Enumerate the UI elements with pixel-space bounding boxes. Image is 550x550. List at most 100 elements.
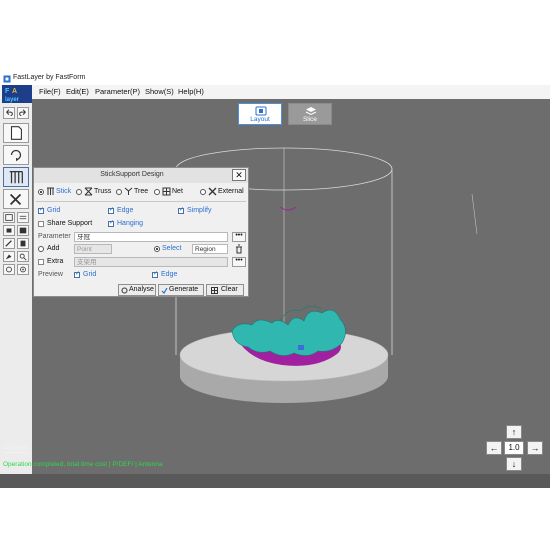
radio-tree[interactable] (116, 189, 122, 195)
check-icon (161, 287, 168, 294)
status-bar (0, 474, 550, 488)
dialog-close-button[interactable]: ✕ (232, 169, 246, 181)
check-simplify-label: Simplify (187, 207, 212, 214)
search-icon (19, 253, 27, 261)
layers-icon (19, 215, 27, 220)
check-simplify[interactable] (178, 206, 184, 214)
analyse-button[interactable]: Analyse (118, 284, 156, 296)
edit-icon (5, 240, 12, 247)
tab-slice[interactable]: Slice (288, 103, 332, 125)
check-share-support[interactable] (38, 221, 44, 227)
tool-5-button[interactable] (3, 238, 15, 249)
tab-layout-label: Layout (250, 116, 270, 123)
svg-text:layer: layer (5, 97, 20, 103)
add-label: Add (47, 245, 60, 252)
generate-button[interactable]: Generate (158, 284, 204, 296)
tree-icon (124, 187, 133, 195)
refresh-icon (6, 266, 12, 273)
tool-10-button[interactable] (17, 264, 29, 275)
extra-more-button[interactable]: ••• (232, 257, 246, 267)
target-icon (20, 266, 26, 273)
menu-bar: File(F) Edit(E) Parameter(P) Show(S) Hel… (0, 85, 550, 100)
tool-8-button[interactable] (17, 251, 29, 262)
share-support-label: Share Support (47, 220, 93, 227)
menu-show[interactable]: Show(S) (145, 87, 174, 96)
add-mode-select[interactable]: Point (74, 244, 112, 254)
clear-grid-icon (211, 287, 218, 294)
check-preview-grid[interactable] (74, 270, 80, 278)
zoom-value[interactable]: 1.0 (504, 441, 524, 455)
check-hanging[interactable] (108, 219, 114, 227)
title-bar: FastLayer by FastForm (0, 73, 550, 85)
tool-4-button[interactable] (17, 225, 29, 236)
select-mode-select[interactable]: Region (192, 244, 228, 254)
fill-icon (19, 227, 27, 234)
tools-button[interactable] (3, 189, 29, 209)
tools-icon (9, 193, 22, 206)
check-edge[interactable] (108, 206, 114, 214)
tool-7-button[interactable] (3, 251, 15, 262)
tool-9-button[interactable] (3, 264, 15, 275)
select-label: Select (162, 245, 182, 252)
grid-icon (5, 214, 13, 221)
undo-icon (6, 109, 13, 116)
external-icon (208, 187, 217, 196)
arrow-right-icon: → (530, 443, 540, 453)
stick-icon (47, 187, 54, 195)
parameter-more-button[interactable]: ••• (232, 232, 246, 242)
check-grid-label: Grid (47, 207, 61, 214)
rotate-button[interactable] (3, 145, 29, 165)
tab-layout[interactable]: Layout (238, 103, 282, 125)
nav-down-button[interactable]: ↓ (506, 457, 522, 471)
radio-stick[interactable] (38, 189, 44, 195)
slice-layers-icon (305, 107, 317, 116)
stick-support-dialog: StickSupport Design ✕ Stick Truss Tree N… (33, 167, 249, 297)
radio-add[interactable] (38, 246, 44, 252)
nav-left-button[interactable]: ← (486, 441, 502, 455)
app-icon (3, 75, 11, 83)
support-button[interactable] (3, 167, 29, 187)
analyse-label: Analyse (129, 286, 154, 293)
truss-icon (84, 187, 93, 196)
support-columns-icon (9, 170, 23, 184)
tab-slice-label: Slice (302, 116, 318, 123)
radio-select[interactable] (154, 246, 160, 252)
undo-button[interactable] (3, 107, 15, 119)
tool-2-button[interactable] (17, 212, 29, 223)
window-title: FastLayer by FastForm (13, 74, 86, 81)
scale-label: 40.0mm (4, 445, 28, 452)
redo-icon (19, 109, 26, 116)
radio-net[interactable] (154, 189, 160, 195)
radio-truss[interactable] (76, 189, 82, 195)
menu-parameter[interactable]: Parameter(P) (95, 87, 140, 96)
solid-icon (20, 240, 26, 247)
layout-icon (255, 106, 267, 116)
parameter-select[interactable]: 牙冠 (74, 232, 228, 242)
tool-3-button[interactable] (3, 225, 15, 236)
nav-right-button[interactable]: → (527, 441, 543, 455)
trash-icon[interactable] (234, 244, 244, 254)
preview-label: Preview (38, 271, 63, 278)
close-icon: ✕ (235, 170, 243, 180)
brush-icon (5, 254, 12, 260)
check-preview-edge[interactable] (152, 270, 158, 278)
menu-help[interactable]: Help(H) (178, 87, 204, 96)
tool-6-button[interactable] (17, 238, 29, 249)
svg-text:F: F (5, 88, 10, 95)
fastlayer-logo-icon: F A layer (2, 85, 32, 103)
check-edge-label: Edge (117, 207, 134, 214)
open-file-button[interactable] (3, 123, 29, 143)
check-grid[interactable] (38, 206, 44, 214)
menu-edit[interactable]: Edit(E) (66, 87, 89, 96)
arrow-down-icon: ↓ (511, 459, 517, 469)
check-extra[interactable] (38, 259, 44, 265)
clear-button[interactable]: Clear (206, 284, 244, 296)
extra-select[interactable]: 支架用 (74, 257, 228, 267)
preview-grid-label: Grid (83, 271, 97, 278)
menu-file[interactable]: File(F) (39, 87, 61, 96)
radio-external[interactable] (200, 189, 206, 195)
redo-button[interactable] (17, 107, 29, 119)
tool-1-button[interactable] (3, 212, 15, 223)
type-external-label: External (218, 188, 244, 195)
nav-up-button[interactable]: ↑ (506, 425, 522, 439)
